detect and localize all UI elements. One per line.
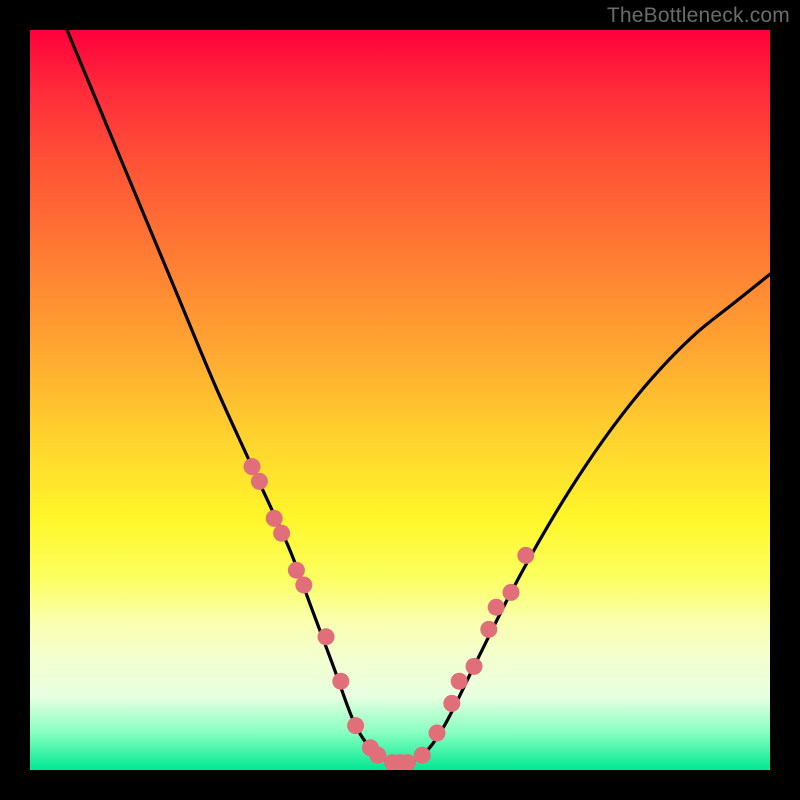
highlight-dot [347, 717, 364, 734]
highlight-dot [273, 525, 290, 542]
outer-frame: TheBottleneck.com [0, 0, 800, 800]
highlight-dot [318, 628, 335, 645]
bottleneck-curve [67, 30, 770, 763]
highlight-dot [244, 458, 261, 475]
highlight-dot [266, 510, 283, 527]
highlight-dot [480, 621, 497, 638]
highlight-dot [451, 673, 468, 690]
watermark-text: TheBottleneck.com [607, 4, 790, 28]
highlight-dots [244, 458, 535, 770]
highlight-dot [503, 584, 520, 601]
highlight-dot [332, 673, 349, 690]
highlight-dot [517, 547, 534, 564]
highlight-dot [288, 562, 305, 579]
highlight-dot [414, 747, 431, 764]
highlight-dot [466, 658, 483, 675]
highlight-dot [443, 695, 460, 712]
highlight-dot [369, 747, 386, 764]
highlight-dot [488, 599, 505, 616]
highlight-dot [251, 473, 268, 490]
chart-svg [30, 30, 770, 770]
highlight-dot [295, 577, 312, 594]
highlight-dot [429, 725, 446, 742]
plot-area [30, 30, 770, 770]
